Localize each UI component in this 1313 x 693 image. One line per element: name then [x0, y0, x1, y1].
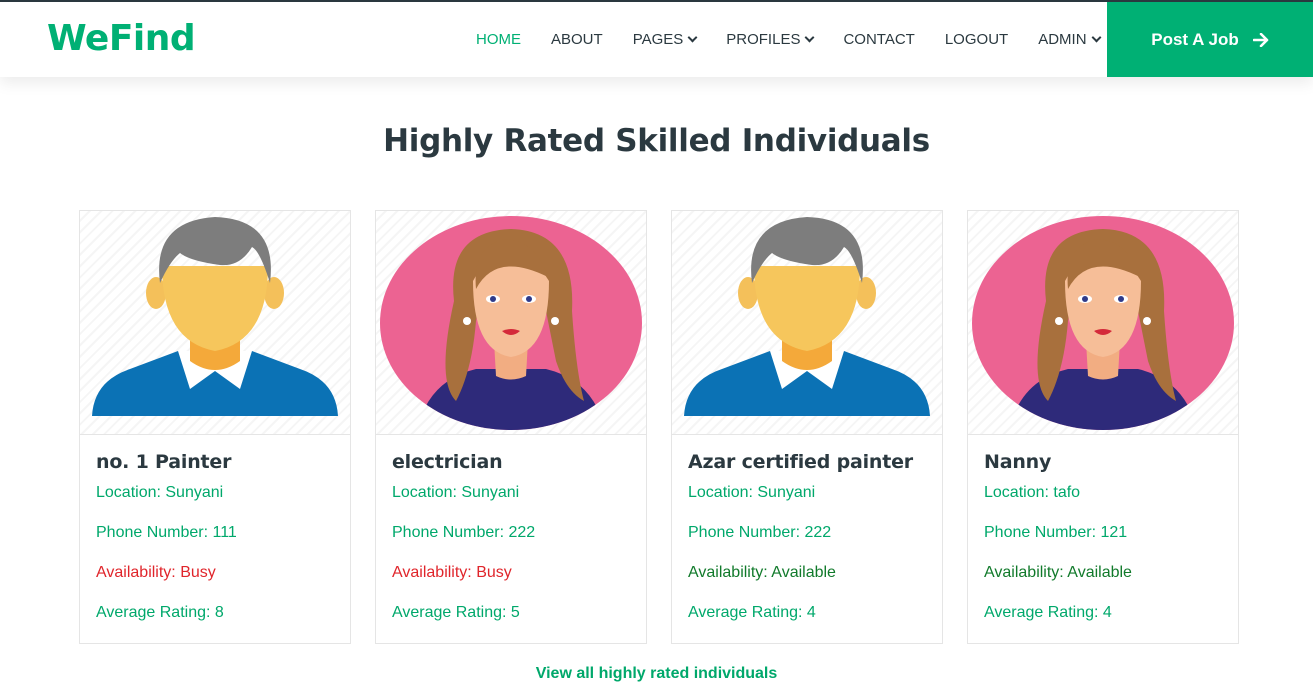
nav-item-label: PAGES: [632, 31, 684, 48]
availability-text: Availability: Available: [984, 564, 1132, 581]
nav-item-admin[interactable]: ADMIN: [1038, 31, 1101, 48]
post-job-label: Post A Job: [1151, 29, 1239, 49]
rating-text: Average Rating: 5: [392, 604, 520, 621]
nav-item-label: ADMIN: [1038, 31, 1087, 48]
nav-item-label: HOME: [476, 31, 521, 48]
card-image: [672, 211, 942, 435]
male-avatar-icon: [92, 217, 338, 416]
nav-item-label: LOGOUT: [944, 31, 1009, 48]
nav-item-label: CONTACT: [843, 31, 915, 48]
phone-text: Phone Number: 111: [96, 524, 237, 541]
arrow-right-icon: [1252, 32, 1269, 47]
availability-text: Availability: Busy: [392, 564, 512, 581]
chevron-down-icon: [687, 32, 698, 43]
card-image: [80, 211, 350, 435]
female-avatar-icon: [380, 216, 642, 430]
card-title[interactable]: no. 1 Painter: [96, 451, 334, 477]
individual-card[interactable]: Azar certified painter Location: Sunyani…: [671, 210, 943, 644]
card-image: [376, 211, 646, 435]
card-title[interactable]: electrician: [392, 451, 630, 477]
nav-item-about[interactable]: ABOUT: [551, 31, 603, 48]
nav-item-logout[interactable]: LOGOUT: [945, 31, 1008, 48]
section-title: Highly Rated Skilled Individuals: [383, 123, 930, 159]
availability-text: Availability: Busy: [96, 564, 216, 581]
main-nav: HOME ABOUT PAGES PROFILES CONTACT LOGOUT…: [476, 2, 1130, 77]
card-title[interactable]: Nanny: [984, 451, 1222, 477]
male-avatar-icon: [684, 217, 930, 416]
nav-item-home[interactable]: HOME: [476, 31, 521, 48]
rating-text: Average Rating: 8: [96, 604, 224, 621]
card-title[interactable]: Azar certified painter: [688, 451, 926, 477]
location-text: Location: Sunyani: [688, 484, 816, 501]
female-avatar-icon: [972, 216, 1234, 430]
nav-item-label: PROFILES: [726, 31, 801, 48]
phone-text: Phone Number: 121: [984, 524, 1128, 541]
view-all-link[interactable]: View all highly rated individuals: [0, 665, 1313, 683]
nav-item-label: ABOUT: [551, 31, 603, 48]
brand-logo[interactable]: WeFind: [47, 18, 196, 59]
chevron-down-icon: [1091, 32, 1101, 43]
location-text: Location: tafo: [984, 484, 1081, 501]
individual-card[interactable]: Nanny Location: tafo Phone Number: 121 A…: [967, 210, 1239, 644]
phone-text: Phone Number: 222: [392, 524, 536, 541]
nav-item-contact[interactable]: CONTACT: [843, 31, 914, 48]
individuals-grid: no. 1 Painter Location: Sunyani Phone Nu…: [79, 210, 1239, 644]
chevron-down-icon: [805, 32, 815, 43]
phone-text: Phone Number: 222: [688, 524, 832, 541]
individual-card[interactable]: electrician Location: Sunyani Phone Numb…: [375, 210, 647, 644]
nav-item-pages[interactable]: PAGES: [632, 31, 698, 48]
location-text: Location: Sunyani: [392, 484, 520, 501]
rating-text: Average Rating: 4: [688, 604, 816, 621]
navbar: WeFind HOME ABOUT PAGES PROFILES CONTACT…: [0, 2, 1313, 77]
post-job-button[interactable]: Post A Job: [1107, 2, 1313, 77]
individual-card[interactable]: no. 1 Painter Location: Sunyani Phone Nu…: [79, 210, 351, 644]
rating-text: Average Rating: 4: [984, 604, 1112, 621]
availability-text: Availability: Available: [688, 564, 836, 581]
card-image: [968, 211, 1238, 435]
location-text: Location: Sunyani: [96, 484, 224, 501]
nav-item-profiles[interactable]: PROFILES: [726, 31, 815, 48]
